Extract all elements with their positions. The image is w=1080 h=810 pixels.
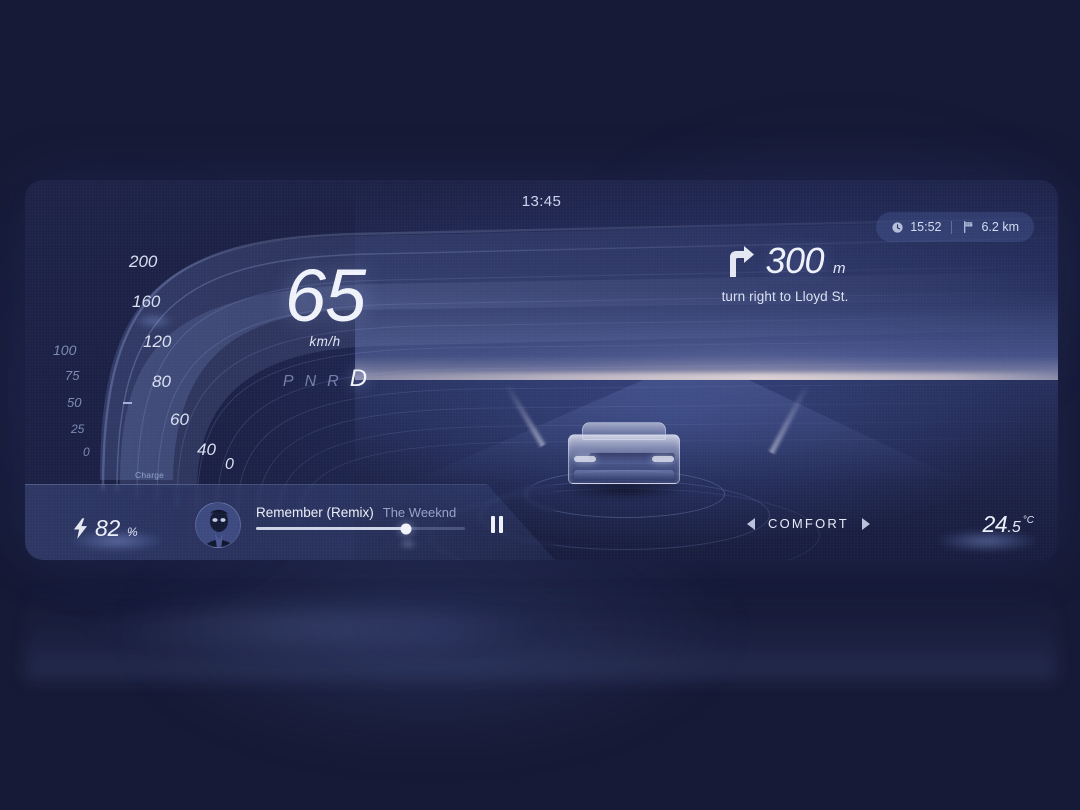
active-gear-glow: [133, 313, 175, 329]
chevron-right-icon[interactable]: [861, 517, 870, 530]
track-title: Remember (Remix): [256, 505, 374, 520]
media-bar-reflection: [80, 595, 550, 657]
speed-tick-80: 80: [152, 372, 171, 391]
charge-tick-100: 100: [53, 342, 77, 358]
speed-unit: km/h: [309, 334, 341, 350]
instrument-cluster-panel: 13:45 15:52 6.2 km 200 160 120 80 60 40 0 100 75…: [25, 180, 1058, 560]
battery-indicator[interactable]: 82 %: [73, 515, 138, 542]
panel-reflection: [25, 560, 1058, 680]
climate-temperature[interactable]: 24 .5 °C: [982, 511, 1034, 538]
charge-tick-25: 25: [71, 422, 85, 436]
system-clock: 13:45: [521, 193, 562, 210]
charge-tick-0: 0: [83, 445, 90, 459]
clock-icon: [892, 221, 903, 233]
flag-icon: [964, 220, 973, 234]
speed-tick-40: 40: [197, 440, 216, 459]
navigation-instruction: turn right to Lloyd St.: [721, 289, 849, 304]
navigation-distance: 300: [765, 240, 825, 281]
speed-tick-120: 120: [143, 332, 172, 351]
gear-selector[interactable]: PNRD: [240, 365, 410, 393]
pause-icon: [491, 516, 495, 533]
temperature-integer: 24: [982, 511, 1008, 537]
eta-arrival: 15:52: [891, 220, 941, 234]
navigation-distance-row: 300 m: [625, 240, 945, 282]
eta-arrival-time: 15:52: [910, 220, 942, 234]
gear-n[interactable]: N: [305, 373, 317, 391]
turn-right-icon: [730, 246, 755, 277]
charge-tick-75: 75: [65, 368, 80, 383]
temperature-unit: °C: [1022, 515, 1034, 526]
chevron-left-icon[interactable]: [747, 517, 755, 530]
speed-readout: 65 km/h PNRD: [240, 254, 410, 393]
eta-pill[interactable]: 15:52 6.2 km: [876, 212, 1034, 242]
media-knob-glow: [398, 538, 418, 550]
vehicle-taillight-left: [574, 456, 596, 462]
track-artist: The Weeknd: [382, 505, 457, 520]
media-track-info: Remember (Remix) The Weeknd: [256, 505, 456, 520]
vehicle-taillight-right: [652, 456, 674, 462]
lightning-bolt-icon: [73, 518, 88, 539]
charge-tick-50: 50: [67, 395, 82, 410]
drive-mode-selector[interactable]: COMFORT: [747, 516, 870, 531]
album-art-avatar-icon: [196, 503, 240, 547]
eta-divider: [951, 220, 953, 234]
album-art[interactable]: [195, 502, 241, 548]
speed-tick-0: 0: [225, 456, 234, 473]
vehicle-bumper: [574, 470, 674, 480]
battery-unit: %: [126, 525, 138, 539]
charge-scale-label: Charge: [135, 470, 165, 480]
media-bar-top-edge: [25, 484, 487, 485]
eta-distance-value: 6.2 km: [981, 220, 1019, 234]
battery-level: 82: [95, 515, 120, 541]
speed-tick-160: 160: [132, 292, 161, 311]
lead-vehicle-icon: [560, 420, 688, 500]
pause-button[interactable]: [491, 516, 503, 533]
gear-d[interactable]: D: [350, 365, 367, 393]
speed-tick-200: 200: [129, 252, 158, 271]
navigation-panel: 300 m turn right to Lloyd St.: [625, 240, 945, 304]
navigation-distance-unit: m: [833, 260, 846, 277]
charge-tick-mark: [123, 402, 132, 404]
media-progress-fill: [256, 527, 407, 530]
temperature-decimal: .5: [1007, 519, 1021, 536]
gear-p[interactable]: P: [283, 373, 294, 391]
gear-r[interactable]: R: [327, 373, 339, 391]
radar-ripples: [430, 180, 820, 560]
drive-mode-label: COMFORT: [768, 516, 849, 531]
eta-distance: 6.2 km: [962, 220, 1019, 234]
speed-value: 65: [284, 254, 366, 337]
speed-tick-60: 60: [170, 410, 189, 429]
media-progress-slider[interactable]: [256, 523, 465, 534]
pause-icon-second-bar: [499, 516, 503, 533]
media-progress-knob[interactable]: [400, 523, 412, 534]
